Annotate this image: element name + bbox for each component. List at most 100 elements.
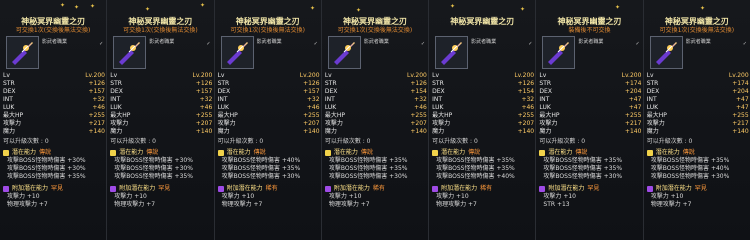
stat-value: +174 — [732, 80, 749, 87]
stat-value: +47 — [628, 96, 642, 103]
item-title: 神秘冥界幽靈之刃 — [128, 17, 193, 26]
requirement-label: 影武者職業 — [42, 39, 68, 45]
stat-value: +140 — [624, 128, 642, 135]
additional-line: 攻擊力 +10 — [114, 193, 147, 200]
stat-label: INT — [646, 96, 657, 103]
additional-header-label: 附加潛在能力 — [655, 185, 692, 192]
stat-label: 最大HP — [217, 112, 238, 119]
additional-rank: 稀有 — [372, 185, 385, 192]
item-tooltip-panel: 神秘冥界幽靈之刃 可交換1次(交換後無法交換) 影武者職業 ✓ Lv Lv.200… — [321, 0, 430, 240]
stat-row: 最大HP +255 — [218, 112, 320, 120]
stat-row: DEX +157 — [110, 88, 212, 96]
potential-rank: 傳說 — [360, 149, 373, 156]
stat-value: +204 — [624, 88, 642, 95]
potential-icon — [217, 150, 224, 156]
potential-line: 攻擊BOSS怪物時傷害 +30% — [7, 157, 86, 164]
stat-row: LUK +46 — [218, 104, 320, 112]
stat-label: 攻擊力 — [217, 120, 236, 127]
item-title: 神秘冥界幽靈之刃 — [557, 17, 622, 26]
stat-row: DEX +204 — [539, 88, 641, 96]
stat-label: LUK — [217, 104, 229, 111]
potential-line: 攻擊BOSS怪物時傷害 +40% — [221, 157, 301, 164]
stat-label: 最大HP — [539, 112, 560, 119]
stat-row: LUK +46 — [325, 104, 427, 112]
additional-line: 攻擊力 +10 — [436, 193, 469, 200]
stat-label: 最大HP — [324, 112, 345, 119]
additional-rank: 罕見 — [51, 185, 64, 192]
potential-icon — [539, 150, 546, 156]
additional-header: 附加潛在能力 罕見 — [646, 185, 749, 193]
requirement-label: 影武者職業 — [685, 39, 711, 45]
stat-row: STR +126 — [325, 80, 427, 88]
stat-label: INT — [324, 96, 335, 103]
sparkle-icon: ✦ — [615, 4, 621, 11]
additional-header-label: 附加潛在能力 — [441, 185, 478, 192]
stat-row: 魔力 +140 — [647, 128, 749, 136]
check-icon: ✓ — [206, 41, 211, 47]
potential-header: 潛在能力 傳說 — [217, 149, 320, 157]
requirement-label: 影武者職業 — [363, 39, 389, 45]
stat-value: +174 — [624, 80, 642, 87]
sparkle-icon: ✦ — [310, 5, 316, 12]
potential-line: 攻擊BOSS怪物時傷害 +30% — [114, 165, 193, 172]
additional-header-label: 附加潛在能力 — [548, 185, 585, 192]
additional-line: 攻擊力 +10 — [328, 193, 362, 200]
level-value: Lv.200 — [514, 72, 535, 79]
stat-row: DEX +204 — [647, 88, 749, 96]
stat-row: 攻擊力 +207 — [325, 120, 427, 128]
stat-label: 魔力 — [646, 128, 659, 135]
potential-line: 攻擊BOSS怪物時傷害 +35% — [328, 165, 408, 172]
level-value: Lv.200 — [299, 72, 320, 79]
stat-value: +46 — [521, 104, 535, 111]
sparkle-icon: ✦ — [700, 5, 706, 12]
potential-line: 攻擊BOSS怪物時傷害 +30% — [328, 173, 408, 180]
sparkle-icon: ✦ — [90, 3, 96, 10]
stat-row: STR +126 — [3, 80, 105, 88]
stat-row: 魔力 +140 — [325, 128, 427, 136]
item-tooltip-panel: 神秘冥界幽靈之刃 可交換1次(交換後無法交換) 影武者職業 ✓ Lv Lv.200… — [107, 0, 215, 240]
stat-row: 攻擊力 +207 — [432, 120, 534, 128]
potential-line: 攻擊BOSS怪物時傷害 +35% — [221, 165, 301, 172]
item-icon-frame — [6, 36, 39, 69]
requirement-label: 影武者職業 — [471, 39, 497, 45]
item-title: 神秘冥界幽靈之刃 — [235, 17, 300, 26]
stat-label: STR — [646, 80, 659, 87]
stat-row: 最大HP +255 — [325, 112, 427, 120]
stat-row: LUK +46 — [3, 104, 105, 112]
additional-header: 附加潛在能力 稀有 — [324, 185, 427, 193]
stat-label: INT — [217, 96, 228, 103]
item-tooltip-panel: 神秘冥界幽靈之刃 裝備後不可交換 影武者職業 ✓ Lv Lv.200 STR +1… — [536, 0, 644, 240]
additional-icon — [110, 186, 117, 192]
stat-label: 攻擊力 — [432, 120, 451, 127]
additional-line: 物理攻擊力 +7 — [328, 201, 370, 208]
stat-value: +255 — [410, 112, 427, 119]
stat-value: +140 — [88, 128, 105, 135]
stat-row: LUK +46 — [432, 104, 534, 112]
additional-icon — [539, 186, 546, 192]
stat-label: DEX — [324, 88, 338, 95]
additional-header: 附加潛在能力 稀有 — [217, 185, 320, 193]
stat-label: STR — [539, 80, 552, 87]
additional-header-label: 附加潛在能力 — [12, 185, 49, 192]
potential-line: 攻擊BOSS怪物時傷害 +35% — [328, 157, 408, 164]
requirement-label: 影武者職業 — [149, 39, 175, 45]
item-title: 神秘冥界幽靈之刃 — [450, 17, 515, 26]
potential-header-label: 潛在能力 — [12, 149, 37, 156]
additional-rank: 稀有 — [480, 185, 493, 192]
potential-section: 潛在能力 傳說 攻擊BOSS怪物時傷害 +35% 攻擊BOSS怪物時傷害 +40%… — [646, 148, 749, 182]
additional-rank: 稀有 — [265, 185, 278, 192]
potential-section: 潛在能力 傳說 攻擊BOSS怪物時傷害 +35% 攻擊BOSS怪物時傷害 +35%… — [432, 148, 534, 182]
additional-line: 攻擊力 +10 — [7, 193, 40, 200]
item-icon-frame — [113, 36, 147, 69]
additional-icon — [646, 186, 653, 192]
sparkle-icon: ✦ — [356, 7, 362, 14]
potential-icon — [3, 150, 9, 156]
stat-value: +255 — [624, 112, 642, 119]
stat-value: +157 — [195, 88, 213, 95]
stats-block: Lv Lv.200 STR +126 DEX +154 INT +32 LUK +… — [432, 72, 534, 209]
potential-rank: 傳說 — [146, 149, 159, 156]
item-subtitle: 可交換1次(交換後無法交換) — [123, 27, 198, 34]
additional-line: 物理攻擊力 +7 — [221, 201, 263, 208]
level-label: Lv — [432, 72, 440, 79]
stat-label: 魔力 — [3, 128, 16, 135]
